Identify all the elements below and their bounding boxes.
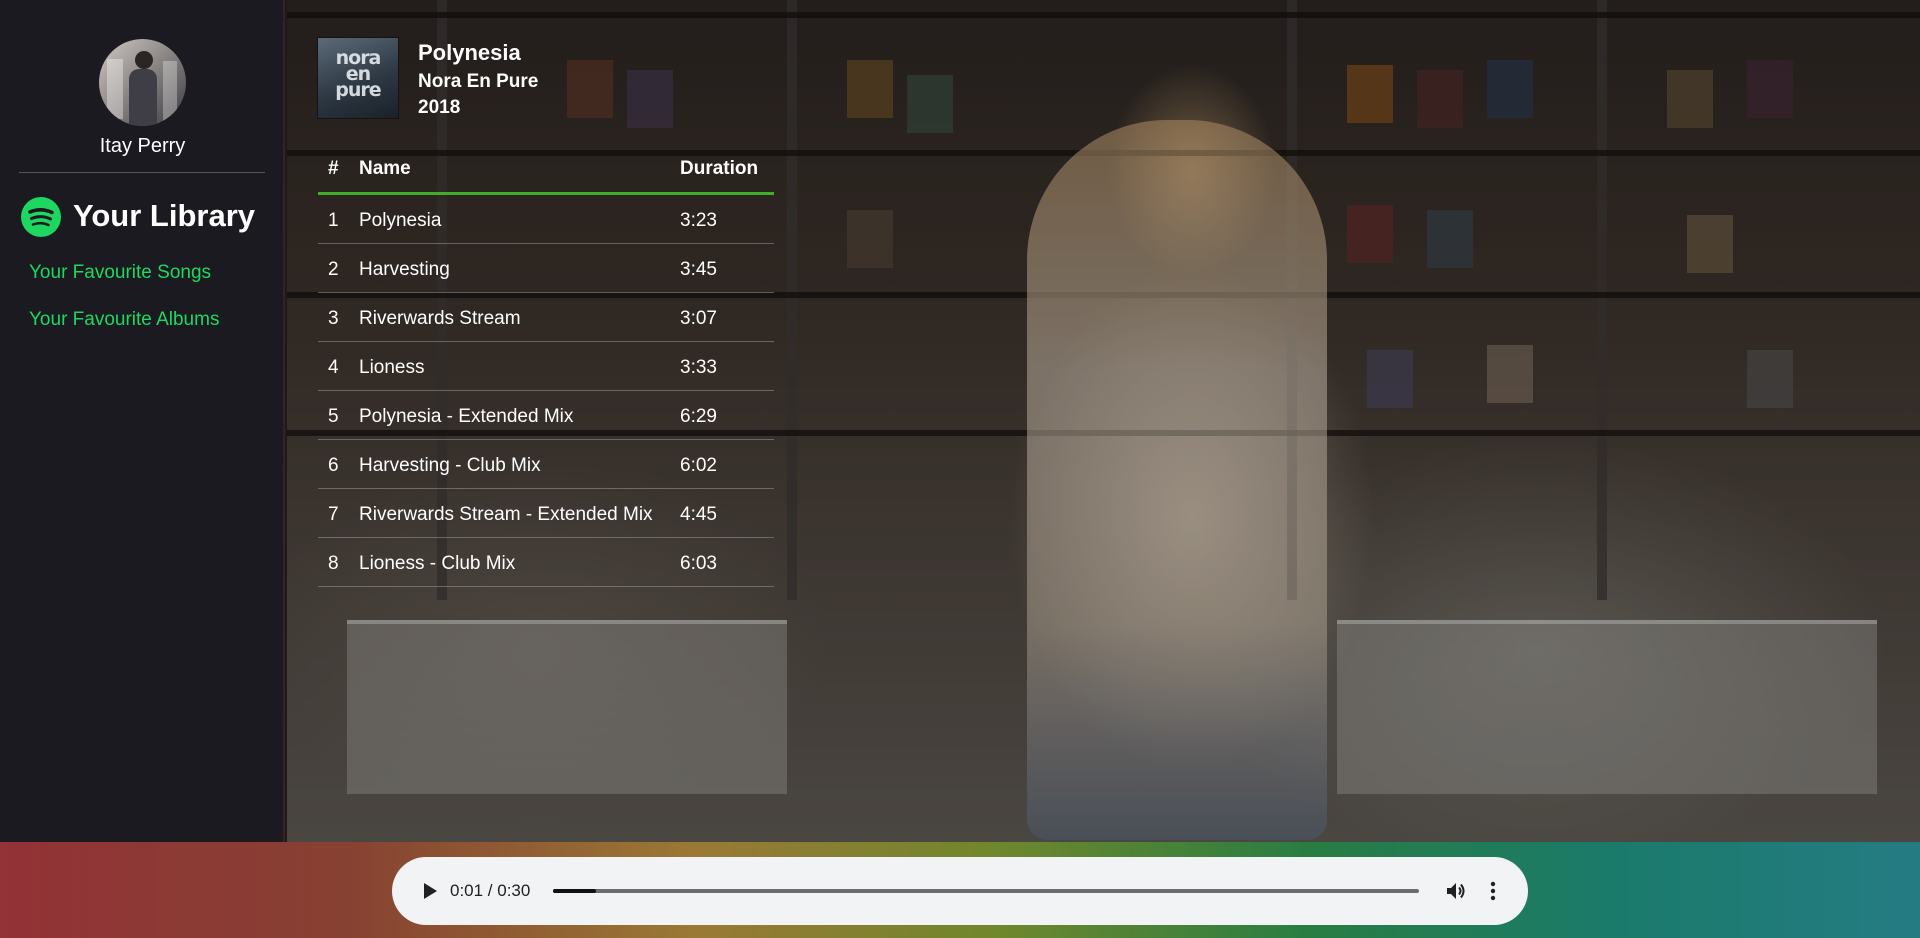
track-name: Riverwards Stream: [359, 308, 521, 329]
track-name: Riverwards Stream - Extended Mix: [359, 504, 653, 525]
table-row[interactable]: 5 Polynesia - Extended Mix 6:29: [318, 391, 774, 440]
track-duration: 3:33: [680, 357, 717, 378]
track-duration: 4:45: [680, 504, 717, 525]
header-name: Name: [359, 158, 411, 179]
avatar[interactable]: [99, 39, 186, 126]
progress-fill: [553, 889, 597, 893]
volume-icon[interactable]: [1444, 879, 1468, 903]
track-number: 7: [328, 504, 339, 525]
table-row[interactable]: 4 Lioness 3:33: [318, 342, 774, 391]
username: Itay Perry: [99, 135, 186, 157]
table-row[interactable]: 3 Riverwards Stream 3:07: [318, 293, 774, 342]
table-row[interactable]: 1 Polynesia 3:23: [318, 195, 774, 244]
nav-favourite-songs[interactable]: Your Favourite Songs: [29, 262, 211, 284]
sidebar: Itay Perry Your Library Your Favourite S…: [0, 0, 285, 842]
album-year: 2018: [418, 97, 461, 118]
progress-slider[interactable]: [553, 889, 1419, 893]
spotify-logo-icon: [21, 197, 61, 237]
track-duration: 6:02: [680, 455, 717, 476]
library-title: Your Library: [73, 198, 256, 233]
track-number: 5: [328, 406, 339, 427]
track-number: 8: [328, 553, 339, 574]
cover-text: pure: [335, 79, 381, 101]
play-icon[interactable]: [418, 878, 442, 904]
track-duration: 3:07: [680, 308, 717, 329]
track-name: Polynesia - Extended Mix: [359, 406, 574, 427]
nav-favourite-albums[interactable]: Your Favourite Albums: [29, 309, 219, 331]
header-duration: Duration: [680, 158, 759, 179]
track-number: 3: [328, 308, 339, 329]
tracks-table: # Name Duration 1 Polynesia 3:23 2 Harve…: [318, 150, 774, 587]
audio-player: 0:01 / 0:30: [392, 857, 1528, 925]
track-number: 1: [328, 210, 339, 231]
track-number: 4: [328, 357, 339, 378]
album-artist: Nora En Pure: [418, 71, 539, 92]
table-row[interactable]: 6 Harvesting - Club Mix 6:02: [318, 440, 774, 489]
track-name: Harvesting - Club Mix: [359, 455, 541, 476]
table-row[interactable]: 7 Riverwards Stream - Extended Mix 4:45: [318, 489, 774, 538]
header-number: #: [328, 158, 339, 179]
more-vert-icon[interactable]: [1485, 879, 1501, 903]
track-number: 6: [328, 455, 339, 476]
album-title: Polynesia: [418, 40, 521, 65]
track-duration: 3:45: [680, 259, 717, 280]
table-row[interactable]: 8 Lioness - Club Mix 6:03: [318, 538, 774, 587]
track-number: 2: [328, 259, 339, 280]
table-row[interactable]: 2 Harvesting 3:45: [318, 244, 774, 293]
track-name: Lioness - Club Mix: [359, 553, 516, 574]
track-duration: 3:23: [680, 210, 717, 231]
time-display: 0:01 / 0:30: [450, 881, 531, 900]
table-header: # Name Duration: [318, 150, 774, 195]
track-name: Lioness: [359, 357, 425, 378]
track-name: Harvesting: [359, 259, 450, 280]
sidebar-divider: [19, 172, 265, 173]
track-name: Polynesia: [359, 210, 442, 231]
track-duration: 6:03: [680, 553, 717, 574]
album-cover: nora en pure: [318, 38, 398, 118]
track-duration: 6:29: [680, 406, 717, 427]
